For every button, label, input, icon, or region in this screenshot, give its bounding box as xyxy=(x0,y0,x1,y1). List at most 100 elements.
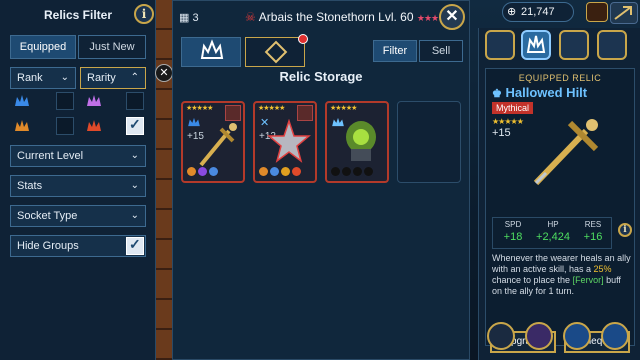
equipped-relic-box: EQUIPPED RELIC ♚ Hallowed Hilt Mythical … xyxy=(485,68,635,353)
storage-header: ▦ 3 ☠Arbais the Stonethorn Lvl. 60 ★★★★★… xyxy=(173,1,469,33)
gem-socket xyxy=(209,167,218,176)
relic-stars: ★★★★★ xyxy=(186,105,213,112)
relic-stars: ★★★★★ xyxy=(330,105,357,112)
relic-stars: ★★★★★ xyxy=(258,105,285,112)
stats-row: SPD +18 HP +2,424 RES +16 xyxy=(492,217,612,249)
chevron-down-icon: ⌄ xyxy=(130,150,139,161)
desc-buff: [Fervor] xyxy=(572,275,604,285)
filter-button[interactable]: Filter xyxy=(373,40,417,62)
tab-just-new[interactable]: Just New xyxy=(78,35,146,59)
relic-count: ▦ 3 xyxy=(179,11,199,24)
chevron-down-icon: ⌄ xyxy=(60,72,69,83)
hallowed-hilt-icon xyxy=(533,119,599,186)
skill-icon[interactable] xyxy=(487,322,515,350)
currency-display[interactable]: ⊕ 21,747 xyxy=(502,2,574,22)
notification-dot xyxy=(298,34,308,44)
gear-slot-icon[interactable] xyxy=(597,30,627,60)
stat-label: SPD xyxy=(504,220,522,229)
gem-socket xyxy=(353,167,362,176)
filter-info-button[interactable]: i xyxy=(134,4,154,24)
relics-filter-panel: Relics Filter i Equipped Just New Rank ⌄… xyxy=(0,0,156,360)
rank-dropdown[interactable]: Rank ⌄ xyxy=(10,67,76,89)
skull-helm-icon xyxy=(346,121,376,161)
slot-tab-relic[interactable] xyxy=(181,37,241,67)
gem-socket xyxy=(259,167,268,176)
champion-name: Arbais the Stonethorn Lvl. 60 xyxy=(258,10,414,24)
relic-count-value: 3 xyxy=(192,12,199,24)
skill-icon[interactable] xyxy=(525,322,553,350)
stats-info-button[interactable]: i xyxy=(618,223,632,237)
champion-portrait xyxy=(225,105,241,121)
hide-groups-label: Hide Groups xyxy=(17,240,79,252)
relic-detail-panel: EQUIPPED RELIC ♚ Hallowed Hilt Mythical … xyxy=(478,28,640,360)
relic-crown-icon: ♚ xyxy=(492,88,502,100)
add-currency-icon[interactable]: ⊕ xyxy=(507,3,516,21)
gem-socket xyxy=(187,167,196,176)
rarity-checkbox-rare[interactable] xyxy=(56,92,74,110)
skill-icon[interactable] xyxy=(563,322,591,350)
slot-icons xyxy=(479,28,640,64)
relic-card[interactable]: ★★★★★ ✕ +12 xyxy=(253,101,317,183)
close-icon[interactable]: ✕ xyxy=(155,64,173,82)
rarity-label: Rarity xyxy=(87,72,116,84)
gem-socket xyxy=(281,167,290,176)
rarity-dropdown[interactable]: Rarity ⌃ xyxy=(80,67,146,89)
gem-socket xyxy=(198,167,207,176)
sell-button[interactable]: Sell xyxy=(419,40,463,62)
relic-level: +15 xyxy=(492,127,511,139)
equipped-relic-label: EQUIPPED RELIC xyxy=(518,73,602,83)
relic-card[interactable]: ★★★★★ xyxy=(325,101,389,183)
relic-name-text: Hallowed Hilt xyxy=(505,85,588,100)
stat-value: +16 xyxy=(583,231,603,243)
rank-label: Rank xyxy=(17,72,43,84)
skull-icon: ☠ xyxy=(245,10,256,24)
currency-value: 21,747 xyxy=(521,6,555,18)
tab-equipped[interactable]: Equipped xyxy=(10,35,76,59)
slot-tab-amulet[interactable] xyxy=(245,34,308,67)
stat-cell: RES +16 xyxy=(573,218,613,248)
hilt-icon xyxy=(199,123,237,167)
stat-value: +18 xyxy=(503,231,523,243)
legendary-crown-icon xyxy=(15,120,29,131)
gem-socket xyxy=(331,167,340,176)
skill-icons xyxy=(479,318,640,358)
stat-value: +2,424 xyxy=(536,231,570,243)
stat-cell: HP +2,424 xyxy=(533,218,573,248)
rune-icon xyxy=(264,40,288,64)
desc-chance: 25% xyxy=(593,264,612,274)
champion-title: ☠Arbais the Stonethorn Lvl. 60 ★★★★★★ xyxy=(245,10,460,24)
chevron-down-icon: ⌄ xyxy=(130,210,139,221)
empty-slot[interactable] xyxy=(397,101,461,183)
socket-type-dropdown[interactable]: Socket Type ⌄ xyxy=(10,205,146,227)
rarity-checkbox-mythical[interactable] xyxy=(126,116,144,135)
hide-groups-checkbox[interactable] xyxy=(126,236,144,255)
rarity-checkbox-epic[interactable] xyxy=(126,92,144,110)
rare-crown-icon xyxy=(15,95,29,106)
relic-storage-window: ▦ 3 ☠Arbais the Stonethorn Lvl. 60 ★★★★★… xyxy=(172,0,470,360)
chest-icon[interactable] xyxy=(586,2,608,22)
relic-card[interactable]: ★★★★★ +15 xyxy=(181,101,245,183)
mythical-crown-icon xyxy=(87,120,101,131)
relic-crown-icon xyxy=(526,35,546,53)
relic-stars: ★★★★★ xyxy=(492,117,524,126)
back-arrow-icon[interactable] xyxy=(610,2,638,24)
relic-slot-icon[interactable] xyxy=(521,30,551,60)
gem-socket xyxy=(342,167,351,176)
relic-name: ♚ Hallowed Hilt xyxy=(492,85,587,100)
desc-text: chance to place the xyxy=(492,275,573,285)
close-button[interactable]: ✕ xyxy=(439,4,465,30)
relic-count-icon: ▦ xyxy=(179,12,190,24)
stats-dropdown[interactable]: Stats ⌄ xyxy=(10,175,146,197)
gem-socket xyxy=(292,167,301,176)
relic-description: Whenever the wearer heals an ally with a… xyxy=(492,253,632,297)
rarity-checkbox-legendary[interactable] xyxy=(56,117,74,135)
gem-sockets xyxy=(187,167,220,177)
armor-slot-icon[interactable] xyxy=(485,30,515,60)
filter-title: Relics Filter xyxy=(43,8,113,22)
ability-slot-icon[interactable] xyxy=(559,30,589,60)
skill-icon[interactable] xyxy=(601,322,629,350)
star-relic-icon xyxy=(267,119,311,163)
gem-socket xyxy=(270,167,279,176)
stat-label: RES xyxy=(584,220,602,229)
current-level-dropdown[interactable]: Current Level ⌄ xyxy=(10,145,146,167)
